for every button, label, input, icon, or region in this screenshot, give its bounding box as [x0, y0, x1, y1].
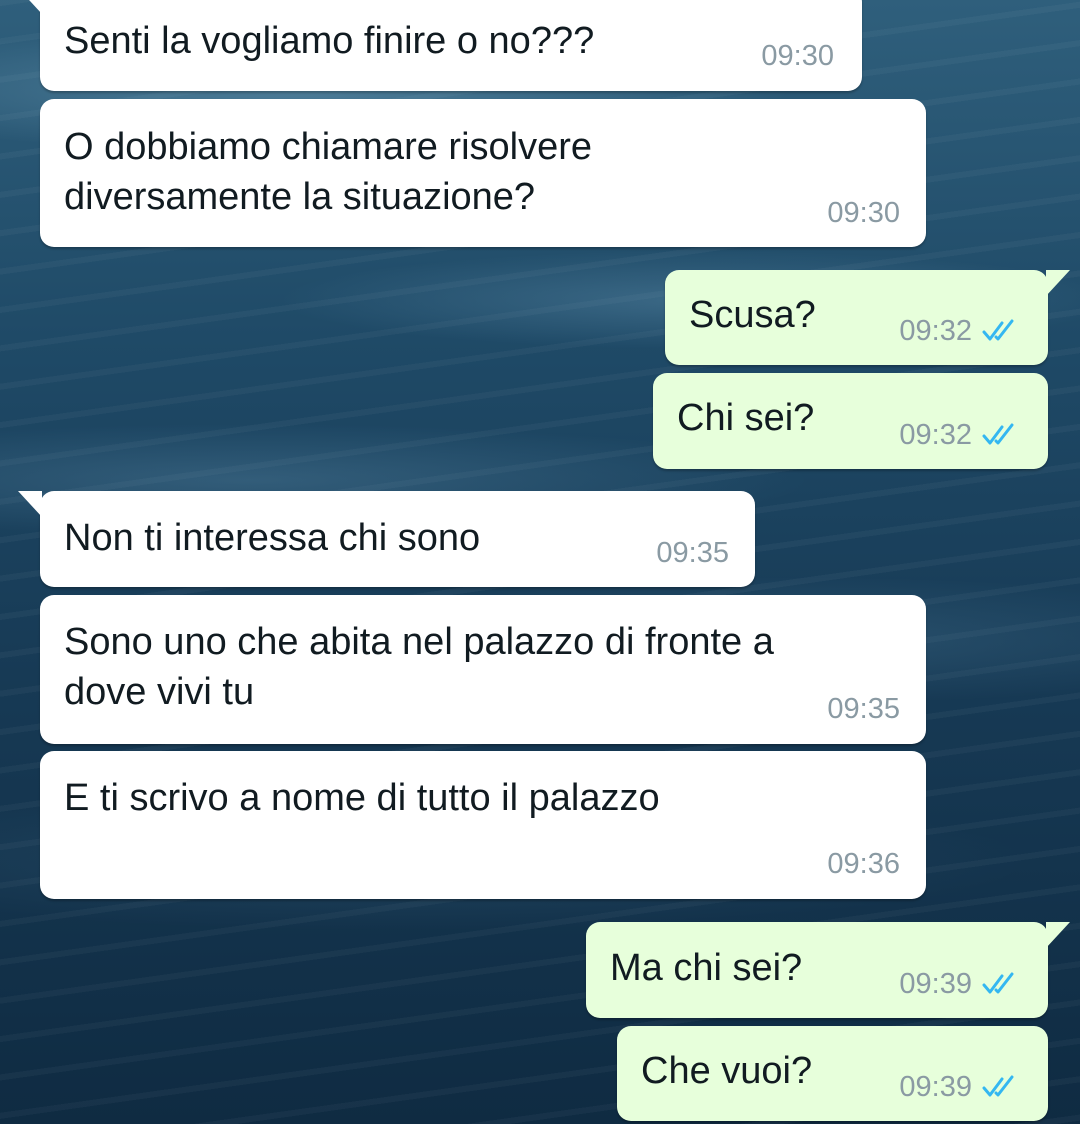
message-bubble-outgoing[interactable]: Ma chi sei? 09:39 [586, 922, 1070, 1018]
read-double-check-icon [982, 1075, 1014, 1097]
message-timestamp: 09:30 [827, 197, 900, 229]
message-text: Senti la vogliamo finire o no??? [64, 20, 595, 62]
message-bubble-outgoing[interactable]: Che vuoi? 09:39 [617, 1026, 1048, 1121]
message-text: O dobbiamo chiamare risolvere diversamen… [64, 126, 593, 218]
message-timestamp: 09:35 [827, 693, 900, 725]
message-bubble-outgoing[interactable]: Scusa? 09:32 [665, 270, 1070, 365]
message-bubble-outgoing[interactable]: Chi sei? 09:32 [653, 373, 1048, 469]
message-bubble-incoming[interactable]: Non ti interessa chi sono 09:35 [18, 491, 755, 587]
read-double-check-icon [982, 423, 1014, 445]
message-text: E ti scrivo a nome di tutto il palazzo [64, 777, 660, 819]
message-timestamp: 09:30 [761, 40, 834, 72]
message-timestamp: 09:36 [827, 848, 900, 880]
message-timestamp: 09:39 [899, 1071, 972, 1103]
message-timestamp: 09:35 [656, 537, 729, 569]
message-bubble-incoming[interactable]: O dobbiamo chiamare risolvere diversamen… [40, 99, 926, 247]
message-text: Ma chi sei? [610, 947, 803, 989]
message-text: Scusa? [689, 294, 816, 336]
message-text: Non ti interessa chi sono [64, 517, 481, 559]
read-double-check-icon [982, 319, 1014, 341]
message-bubble-incoming[interactable]: Senti la vogliamo finire o no??? 09:30 [18, 0, 862, 91]
message-bubble-incoming[interactable]: Sono uno che abita nel palazzo di fronte… [40, 595, 926, 744]
message-timestamp: 09:32 [899, 315, 972, 347]
message-text: Sono uno che abita nel palazzo di fronte… [64, 621, 774, 713]
message-timestamp: 09:32 [899, 419, 972, 451]
read-double-check-icon [982, 972, 1014, 994]
message-text: Che vuoi? [641, 1050, 813, 1092]
message-text: Chi sei? [677, 397, 815, 439]
message-timestamp: 09:39 [899, 968, 972, 1000]
chat-conversation: Senti la vogliamo finire o no??? 09:30 O… [0, 0, 1080, 1124]
message-bubble-incoming[interactable]: E ti scrivo a nome di tutto il palazzo 0… [40, 751, 926, 899]
